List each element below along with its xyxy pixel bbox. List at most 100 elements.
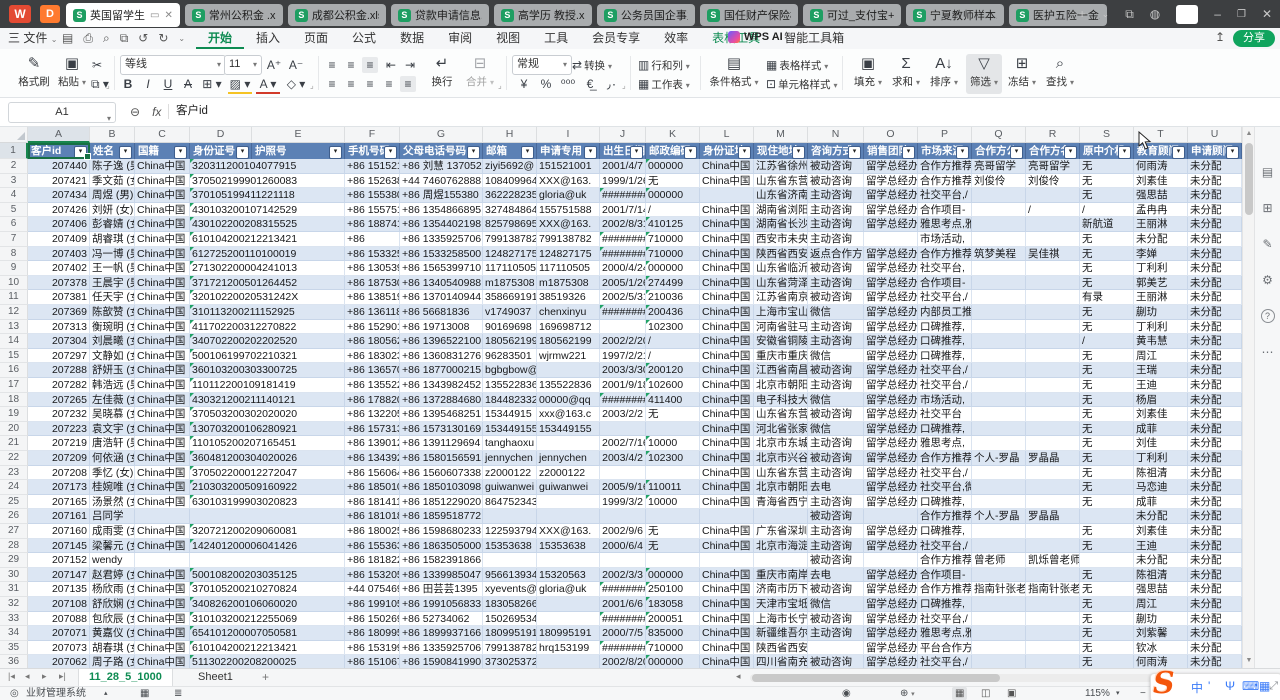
cell[interactable]: China中国 [135,436,190,451]
cell[interactable] [537,363,600,378]
cell[interactable]: China中国 [700,247,754,262]
cell[interactable]: 北京市朝阳 [754,480,808,495]
cell[interactable]: 去电 [808,568,864,583]
cell[interactable]: +86 1354866895 [400,203,483,218]
file-menu[interactable]: 三 文件 ⌄ [8,28,57,48]
cell[interactable]: 未分配 [1188,568,1242,583]
cell[interactable]: 包欣辰 (女 [90,612,135,627]
row-number-13[interactable]: 13 [0,320,28,335]
cell[interactable]: 袁文宇 (女 [90,422,135,437]
cell[interactable]: 合作方推荐 [918,451,972,466]
cell[interactable]: 上海市长宁 [754,612,808,627]
ime-icon-1[interactable]: 中 [1191,679,1203,696]
cell[interactable]: 重庆市南岸 [754,568,808,583]
cell[interactable]: 2002/8/20 [600,655,646,668]
cell[interactable]: 207232 [28,407,90,422]
cell[interactable]: 留学总经办 [864,524,918,539]
cell[interactable]: 000000 [646,188,700,203]
cell[interactable]: 710000 [646,247,700,262]
cell[interactable]: 吴佳祺 [1026,247,1080,262]
cell[interactable]: +86 15538019 [345,188,400,203]
cell[interactable]: 周煜 (男) [90,188,135,203]
cell[interactable] [646,509,700,524]
cell[interactable] [700,509,754,524]
cell[interactable]: +86 18141137 [345,495,400,510]
cell[interactable] [972,188,1026,203]
cell[interactable]: 654101200007050581 [190,626,345,641]
cell[interactable]: / [1080,334,1134,349]
cell[interactable] [537,553,600,568]
wps-ai-button[interactable]: WPS AI [728,31,783,43]
cell[interactable]: +86 13851932 [345,290,400,305]
cell[interactable]: 207108 [28,597,90,612]
cell[interactable] [808,641,864,656]
cell[interactable]: v1749037 [483,305,537,320]
filter-dropdown-icon[interactable]: ▾ [521,146,534,159]
cell[interactable]: 唐浩轩 (男 [90,436,135,451]
cell[interactable]: ######## [600,247,646,262]
cell[interactable]: China中国 [700,203,754,218]
minimize-button[interactable]: – [1214,7,1221,21]
cell[interactable]: +86 18056219 [345,334,400,349]
cell[interactable]: 无 [1080,320,1134,335]
cell[interactable]: 207219 [28,436,90,451]
cell[interactable]: 被动咨询 [808,553,864,568]
cell[interactable]: 青海省西宁 [754,495,808,510]
cell[interactable] [1026,407,1080,422]
cell[interactable]: 207409 [28,232,90,247]
cell[interactable]: +86 1598680233 [400,524,483,539]
cell[interactable]: China中国 [135,407,190,422]
row-number-27[interactable]: 27 [0,524,28,539]
side-panel-icon-5[interactable]: ? [1255,309,1280,323]
cell[interactable]: +86 15026953 [345,612,400,627]
cell[interactable]: 强思喆 [1134,188,1188,203]
cell[interactable]: ######## [600,612,646,627]
cell[interactable]: 留学总经办 [864,626,918,641]
row-number-34[interactable]: 34 [0,626,28,641]
cell[interactable]: China中国 [135,349,190,364]
cell[interactable]: +86 1560607338 [400,466,483,481]
font-color-icon[interactable]: A ▾ [256,76,280,94]
cell[interactable] [483,553,537,568]
cell[interactable]: 612725200110100019 [190,247,345,262]
cell[interactable]: +86 18501030 [345,480,400,495]
cell[interactable]: 社交平台,/ [918,290,972,305]
cell[interactable]: 济南市历下 [754,582,808,597]
cell[interactable] [646,553,700,568]
menu-tab-数据[interactable]: 数据 [388,28,436,49]
cell[interactable] [1026,539,1080,554]
cell[interactable]: 市场活动, [918,393,972,408]
cell[interactable]: 799138782 [483,641,537,656]
filter-dropdown-icon[interactable]: ▾ [792,146,805,159]
cell[interactable]: China中国 [135,203,190,218]
cell[interactable]: 杨眉 [1134,393,1188,408]
cell[interactable] [1026,305,1080,320]
center-target-icon[interactable]: ⊕ ▾ [900,687,915,700]
cell[interactable]: 周子路 (女 [90,655,135,668]
globe-icon[interactable]: ◍ [1150,7,1160,21]
cell[interactable]: +86 1565399710 [400,261,483,276]
cell[interactable]: 207313 [28,320,90,335]
cell[interactable] [972,612,1026,627]
menu-tab-会员专享[interactable]: 会员专享 [580,28,652,49]
cell[interactable] [972,480,1026,495]
doc-tab-4[interactable]: S贷款申请信息.xlsx [391,4,489,26]
cell[interactable] [972,305,1026,320]
cell[interactable]: 无 [1080,247,1134,262]
cell[interactable]: 陈子逸 (男 [90,159,135,174]
cell[interactable]: 无 [1080,466,1134,481]
cell[interactable] [972,436,1026,451]
cell[interactable]: China中国 [700,276,754,291]
cell[interactable]: 360481200304020026 [190,451,345,466]
formula-minus-icon[interactable]: ⊖ [130,105,140,119]
cell[interactable]: +86 1340540988 [400,276,483,291]
cell[interactable]: 2002/5/31 [600,290,646,305]
row-number-30[interactable]: 30 [0,568,28,583]
cell[interactable]: 180995191 [537,626,600,641]
row-number-25[interactable]: 25 [0,495,28,510]
cell[interactable]: 411400 [646,393,700,408]
cell[interactable] [537,436,600,451]
cell[interactable]: 郭美艺 [1134,276,1188,291]
cell[interactable]: +86 1991056833 [400,597,483,612]
zoom-out-button[interactable]: − [1140,687,1146,700]
